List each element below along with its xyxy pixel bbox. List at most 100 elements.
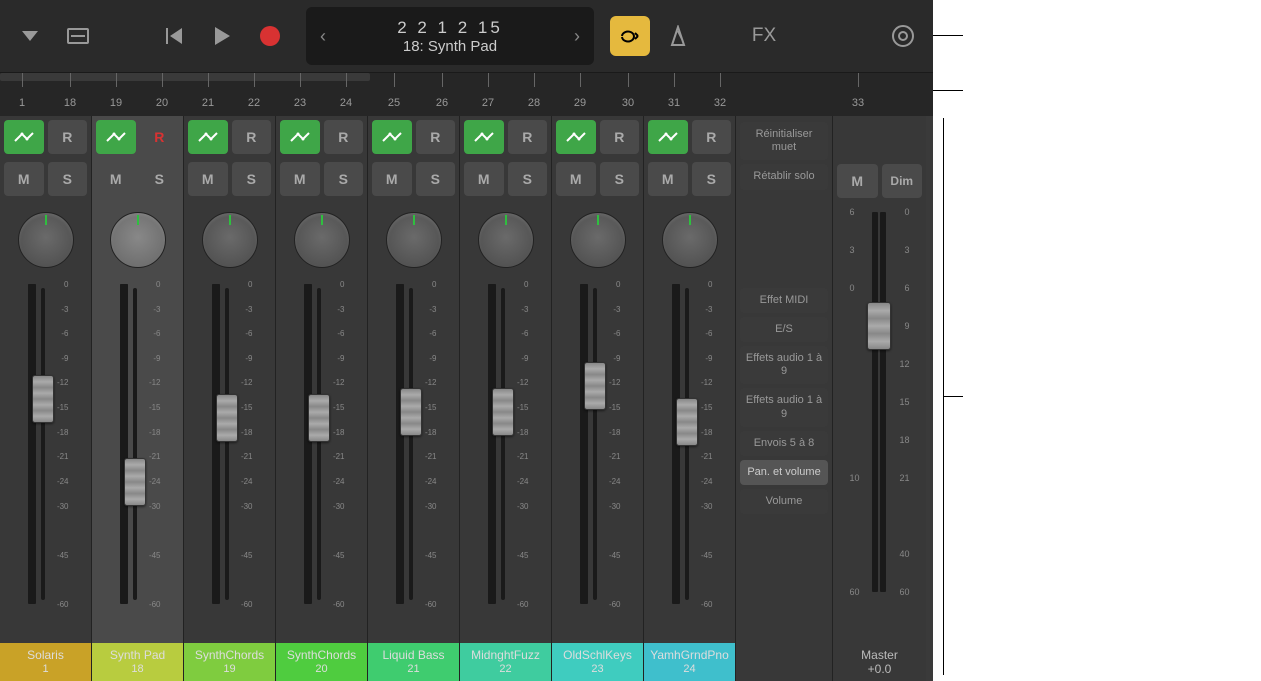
pan-knob[interactable]	[386, 212, 442, 268]
volume-button[interactable]: Volume	[740, 489, 828, 514]
solo-button[interactable]: S	[600, 162, 640, 196]
channel-row2: M S	[276, 158, 367, 200]
pan-knob[interactable]	[570, 212, 626, 268]
record-enable-button[interactable]: R	[416, 120, 456, 154]
pan-knob-area	[92, 200, 183, 280]
automation-button[interactable]	[4, 120, 44, 154]
channel-label[interactable]: Liquid Bass 21	[368, 643, 459, 681]
channel-label[interactable]: SynthChords 19	[184, 643, 275, 681]
mute-button[interactable]: M	[372, 162, 412, 196]
audio-fx-1-button[interactable]: Effets audio 1 à 9	[740, 346, 828, 384]
ruler-label: 32	[714, 97, 726, 109]
channel-label[interactable]: Synth Pad 18	[92, 643, 183, 681]
skip-back-button[interactable]	[154, 16, 194, 56]
mute-button[interactable]: M	[4, 162, 44, 196]
solo-button[interactable]: S	[48, 162, 88, 196]
record-enable-button[interactable]: R	[324, 120, 364, 154]
toolbar: ‹ 2 2 1 2 15 18: Synth Pad › FX	[0, 0, 933, 72]
pan-knob[interactable]	[202, 212, 258, 268]
fader-slot	[225, 288, 229, 600]
channel-name: Synth Pad	[110, 648, 165, 662]
solo-button[interactable]: S	[140, 162, 180, 196]
automation-button[interactable]	[188, 120, 228, 154]
mute-button[interactable]: M	[464, 162, 504, 196]
automation-button[interactable]	[96, 120, 136, 154]
io-button[interactable]: E/S	[740, 317, 828, 342]
pan-knob[interactable]	[294, 212, 350, 268]
channel-label[interactable]: OldSchlKeys 23	[552, 643, 643, 681]
fader-cap[interactable]	[216, 394, 238, 442]
audio-fx-2-button[interactable]: Effets audio 1 à 9	[740, 388, 828, 426]
channel-label[interactable]: MidnghtFuzz 22	[460, 643, 551, 681]
master-meter	[872, 212, 886, 592]
record-enable-button[interactable]: R	[140, 120, 180, 154]
mute-button[interactable]: M	[280, 162, 320, 196]
channel-label[interactable]: Solaris 1	[0, 643, 91, 681]
channel-label[interactable]: YamhGrndPno 24	[644, 643, 735, 681]
reset-solo-button[interactable]: Rétablir solo	[740, 164, 828, 189]
fader-cap[interactable]	[400, 388, 422, 436]
record-button[interactable]	[250, 16, 290, 56]
master-dim-button[interactable]: Dim	[882, 164, 923, 198]
master-fader-cap[interactable]	[867, 302, 891, 350]
view-menu-button[interactable]	[10, 16, 50, 56]
solo-button[interactable]: S	[508, 162, 548, 196]
fader-cap[interactable]	[124, 458, 146, 506]
fader-cap[interactable]	[308, 394, 330, 442]
solo-button[interactable]: S	[416, 162, 456, 196]
master-mute-button[interactable]: M	[837, 164, 878, 198]
automation-button[interactable]	[556, 120, 596, 154]
metronome-button[interactable]	[658, 16, 698, 56]
fader-cap[interactable]	[676, 398, 698, 446]
sends-button[interactable]: Envois 5 à 8	[740, 431, 828, 456]
fader-cap[interactable]	[584, 362, 606, 410]
reset-mute-button[interactable]: Réinitialiser muet	[740, 122, 828, 160]
solo-button[interactable]: S	[232, 162, 272, 196]
automation-button[interactable]	[464, 120, 504, 154]
solo-button[interactable]: S	[692, 162, 732, 196]
mute-button[interactable]: M	[96, 162, 136, 196]
solo-button[interactable]: S	[324, 162, 364, 196]
pan-knob[interactable]	[662, 212, 718, 268]
ruler-label: 30	[622, 97, 634, 109]
next-track-button[interactable]: ›	[574, 26, 580, 47]
settings-button[interactable]	[883, 16, 923, 56]
pan-knob[interactable]	[18, 212, 74, 268]
ruler-label: 20	[156, 97, 168, 109]
play-button[interactable]	[202, 16, 242, 56]
automation-button[interactable]	[648, 120, 688, 154]
record-enable-button[interactable]: R	[232, 120, 272, 154]
mute-button[interactable]: M	[556, 162, 596, 196]
midi-fx-button[interactable]: Effet MIDI	[740, 288, 828, 313]
ruler-mark	[628, 73, 629, 87]
automation-button[interactable]	[372, 120, 412, 154]
pan-knob[interactable]	[478, 212, 534, 268]
mute-button[interactable]: M	[648, 162, 688, 196]
channel-number: 20	[315, 663, 327, 676]
fader-area: 0-3-6-9-12-15-18-21-24-30-45-60	[0, 280, 91, 643]
pan-knob[interactable]	[110, 212, 166, 268]
fader-cap[interactable]	[492, 388, 514, 436]
automation-button[interactable]	[280, 120, 320, 154]
inbox-button[interactable]	[58, 16, 98, 56]
channel-number: 23	[591, 663, 603, 676]
record-enable-button[interactable]: R	[48, 120, 88, 154]
record-enable-button[interactable]: R	[508, 120, 548, 154]
cycle-button[interactable]	[610, 16, 650, 56]
ruler-mark	[720, 73, 721, 87]
prev-track-button[interactable]: ‹	[320, 26, 326, 47]
record-enable-button[interactable]: R	[600, 120, 640, 154]
fx-button[interactable]: FX	[744, 25, 784, 47]
channel-number: 24	[683, 663, 695, 676]
fader-cap[interactable]	[32, 375, 54, 423]
ruler-label: 19	[110, 97, 122, 109]
mute-button[interactable]: M	[188, 162, 228, 196]
channel-row1: R	[92, 116, 183, 158]
pan-volume-button[interactable]: Pan. et volume	[740, 460, 828, 485]
record-enable-button[interactable]: R	[692, 120, 732, 154]
channel-row1: R	[368, 116, 459, 158]
ruler[interactable]: 118192021222324252627282930313233	[0, 72, 933, 116]
channel-label[interactable]: SynthChords 20	[276, 643, 367, 681]
fader-slot	[41, 288, 45, 600]
cycle-region[interactable]	[0, 73, 370, 81]
